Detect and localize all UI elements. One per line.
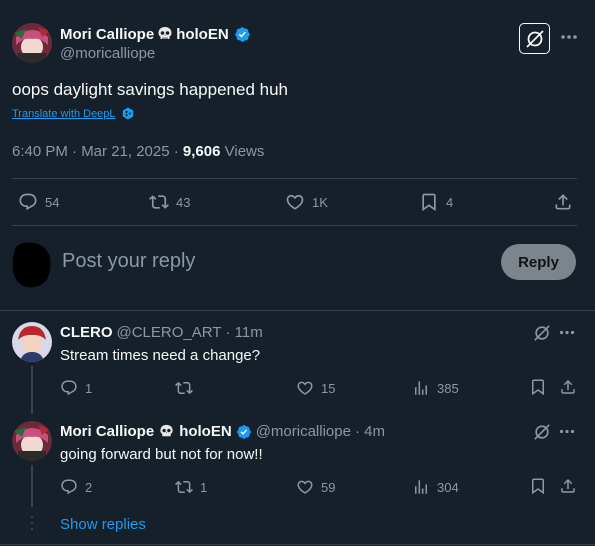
bookmark-button[interactable] — [529, 477, 547, 495]
more-dots-icon — [561, 35, 577, 39]
like-action[interactable]: 59 — [296, 477, 335, 497]
reply-count: 2 — [85, 479, 93, 495]
views-count: 385 — [437, 380, 459, 396]
repost-count: 43 — [176, 194, 191, 210]
reply-header: Mori Calliope holoEN @moricalliope · 4m — [60, 423, 385, 440]
reply-time[interactable]: · 11m — [225, 324, 262, 341]
like-action[interactable]: 1K — [285, 190, 328, 214]
share-icon — [561, 478, 575, 493]
reply-avatar[interactable] — [12, 322, 52, 362]
author-display-name[interactable]: Mori Calliope — [60, 26, 154, 43]
views-action[interactable]: 304 — [412, 477, 459, 497]
reply-text: Stream times need a change? — [60, 347, 261, 364]
tweet-text: oops daylight savings happened huh — [12, 80, 288, 99]
skull-emoji-icon — [158, 423, 175, 440]
bookmark-icon — [532, 379, 544, 396]
share-button[interactable] — [559, 378, 577, 396]
reply-icon — [61, 380, 77, 396]
bookmark-icon — [532, 478, 544, 495]
reply-time[interactable]: · 4m — [355, 423, 385, 440]
share-icon — [561, 379, 575, 394]
grok-button[interactable] — [533, 423, 551, 441]
skull-emoji-icon — [156, 25, 174, 43]
heart-icon — [286, 194, 304, 210]
deepl-icon — [122, 107, 134, 120]
bookmark-count: 4 — [446, 194, 454, 210]
like-count: 59 — [321, 479, 336, 495]
reply-count: 1 — [85, 380, 93, 396]
views-action[interactable]: 385 — [412, 378, 459, 398]
thread-line — [31, 465, 33, 507]
repost-icon — [175, 480, 193, 494]
reply-action[interactable]: 54 — [18, 190, 59, 214]
divider — [12, 178, 577, 179]
bookmark-action[interactable]: 4 — [419, 190, 453, 214]
share-icon — [555, 194, 571, 210]
more-dots-icon — [559, 330, 575, 335]
views-label: Views — [220, 143, 265, 160]
analytics-icon — [415, 480, 427, 494]
reply-handle[interactable]: @CLERO_ART — [117, 324, 222, 341]
reply-avatar[interactable] — [12, 421, 52, 461]
repost-icon — [175, 381, 193, 395]
more-options-button[interactable] — [559, 330, 575, 335]
verified-badge-icon — [236, 424, 252, 440]
heart-icon — [297, 381, 313, 395]
reply-icon — [61, 479, 77, 495]
views-count: 9,606 — [182, 143, 221, 160]
grok-icon — [525, 29, 544, 48]
reply-header: CLERO @CLERO_ART · 11m — [60, 324, 263, 341]
more-options-button[interactable] — [559, 429, 575, 434]
analytics-icon — [415, 381, 427, 395]
repost-icon — [149, 195, 169, 209]
translate-label[interactable]: Translate with DeepL — [12, 108, 116, 120]
reply-text: going forward but not for now!! — [60, 446, 263, 463]
reply-handle[interactable]: @moricalliope — [256, 423, 351, 440]
verified-badge-icon — [234, 26, 251, 43]
heart-icon — [297, 480, 313, 494]
author-name-suffix[interactable]: holoEN — [176, 26, 229, 43]
like-count: 15 — [321, 380, 336, 396]
more-dots-icon — [559, 429, 575, 434]
user-avatar[interactable] — [12, 241, 52, 289]
reply-action[interactable]: 1 — [60, 378, 92, 398]
show-replies-link[interactable]: Show replies — [60, 516, 146, 533]
grok-button[interactable] — [519, 23, 550, 54]
reply-input[interactable]: Post your reply — [62, 250, 195, 273]
divider — [0, 310, 595, 311]
reply-icon — [19, 193, 37, 211]
reply-display-name[interactable]: Mori Calliope — [60, 423, 154, 440]
repost-count: 1 — [200, 479, 208, 495]
share-button[interactable] — [553, 190, 573, 214]
tweet-timestamp[interactable]: 6:40 PM · Mar 21, 2025 · — [12, 143, 183, 160]
divider — [0, 544, 595, 545]
translate-link[interactable]: Translate with DeepL — [12, 107, 134, 120]
views-count: 304 — [437, 479, 459, 495]
grok-icon — [534, 325, 550, 341]
divider — [12, 225, 577, 226]
author-avatar[interactable] — [12, 23, 52, 63]
repost-action[interactable] — [175, 378, 200, 398]
grok-icon — [534, 424, 550, 440]
share-button[interactable] — [559, 477, 577, 495]
reply-count: 54 — [45, 194, 60, 210]
author-handle[interactable]: @moricalliope — [60, 45, 155, 62]
bookmark-icon — [422, 193, 436, 212]
thread-dots — [31, 516, 33, 534]
author-name[interactable]: Mori Calliope holoEN — [60, 25, 251, 43]
like-action[interactable]: 15 — [296, 378, 335, 398]
reply-display-name[interactable]: CLERO — [60, 324, 113, 341]
bookmark-button[interactable] — [529, 378, 547, 396]
reply-submit-button[interactable]: Reply — [501, 244, 576, 280]
repost-action[interactable]: 1 — [175, 477, 207, 497]
reply-action[interactable]: 2 — [60, 477, 92, 497]
like-count: 1K — [312, 194, 328, 210]
thread-line — [31, 366, 33, 414]
tweet-meta: 6:40 PM · Mar 21, 2025 · 9,606 Views — [12, 143, 264, 160]
reply-name-suffix[interactable]: holoEN — [179, 423, 232, 440]
repost-action[interactable]: 43 — [149, 190, 190, 214]
grok-button[interactable] — [533, 324, 551, 342]
more-options-button[interactable] — [557, 25, 581, 49]
